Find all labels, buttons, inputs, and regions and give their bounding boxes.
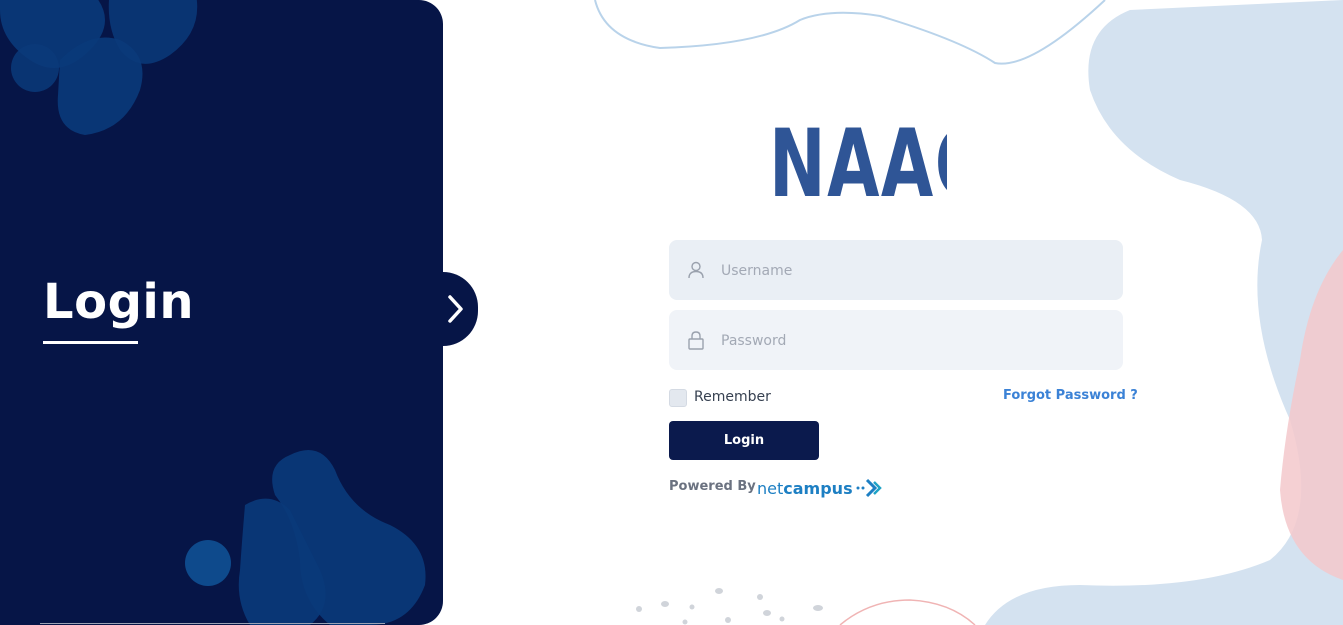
- page-title: Login: [43, 274, 195, 330]
- username-input[interactable]: [719, 240, 1113, 302]
- login-side-panel: Login: [0, 0, 443, 625]
- password-field[interactable]: [669, 310, 1123, 372]
- remember-checkbox[interactable]: [669, 389, 687, 407]
- brand-net: net: [757, 478, 784, 498]
- chevron-right-icon: [448, 295, 463, 323]
- bottom-divider: [40, 623, 385, 624]
- password-input[interactable]: [719, 310, 1113, 372]
- powered-by-label: Powered By: [669, 479, 756, 494]
- brand-campus: campus: [783, 478, 853, 498]
- brand-arrow-icon: [856, 478, 882, 498]
- netcampus-logo: net campus: [757, 476, 885, 500]
- forgot-password-link[interactable]: Forgot Password ?: [1003, 388, 1138, 403]
- naac-logo: NAAC: [769, 118, 947, 200]
- title-underline: [43, 341, 138, 344]
- username-field[interactable]: [669, 240, 1123, 302]
- lock-icon: [688, 331, 704, 350]
- login-button[interactable]: Login: [669, 421, 819, 460]
- svg-text:NAAC: NAAC: [769, 118, 947, 200]
- next-arrow-button[interactable]: [443, 272, 478, 346]
- user-icon: [688, 261, 704, 279]
- remember-label: Remember: [694, 389, 771, 405]
